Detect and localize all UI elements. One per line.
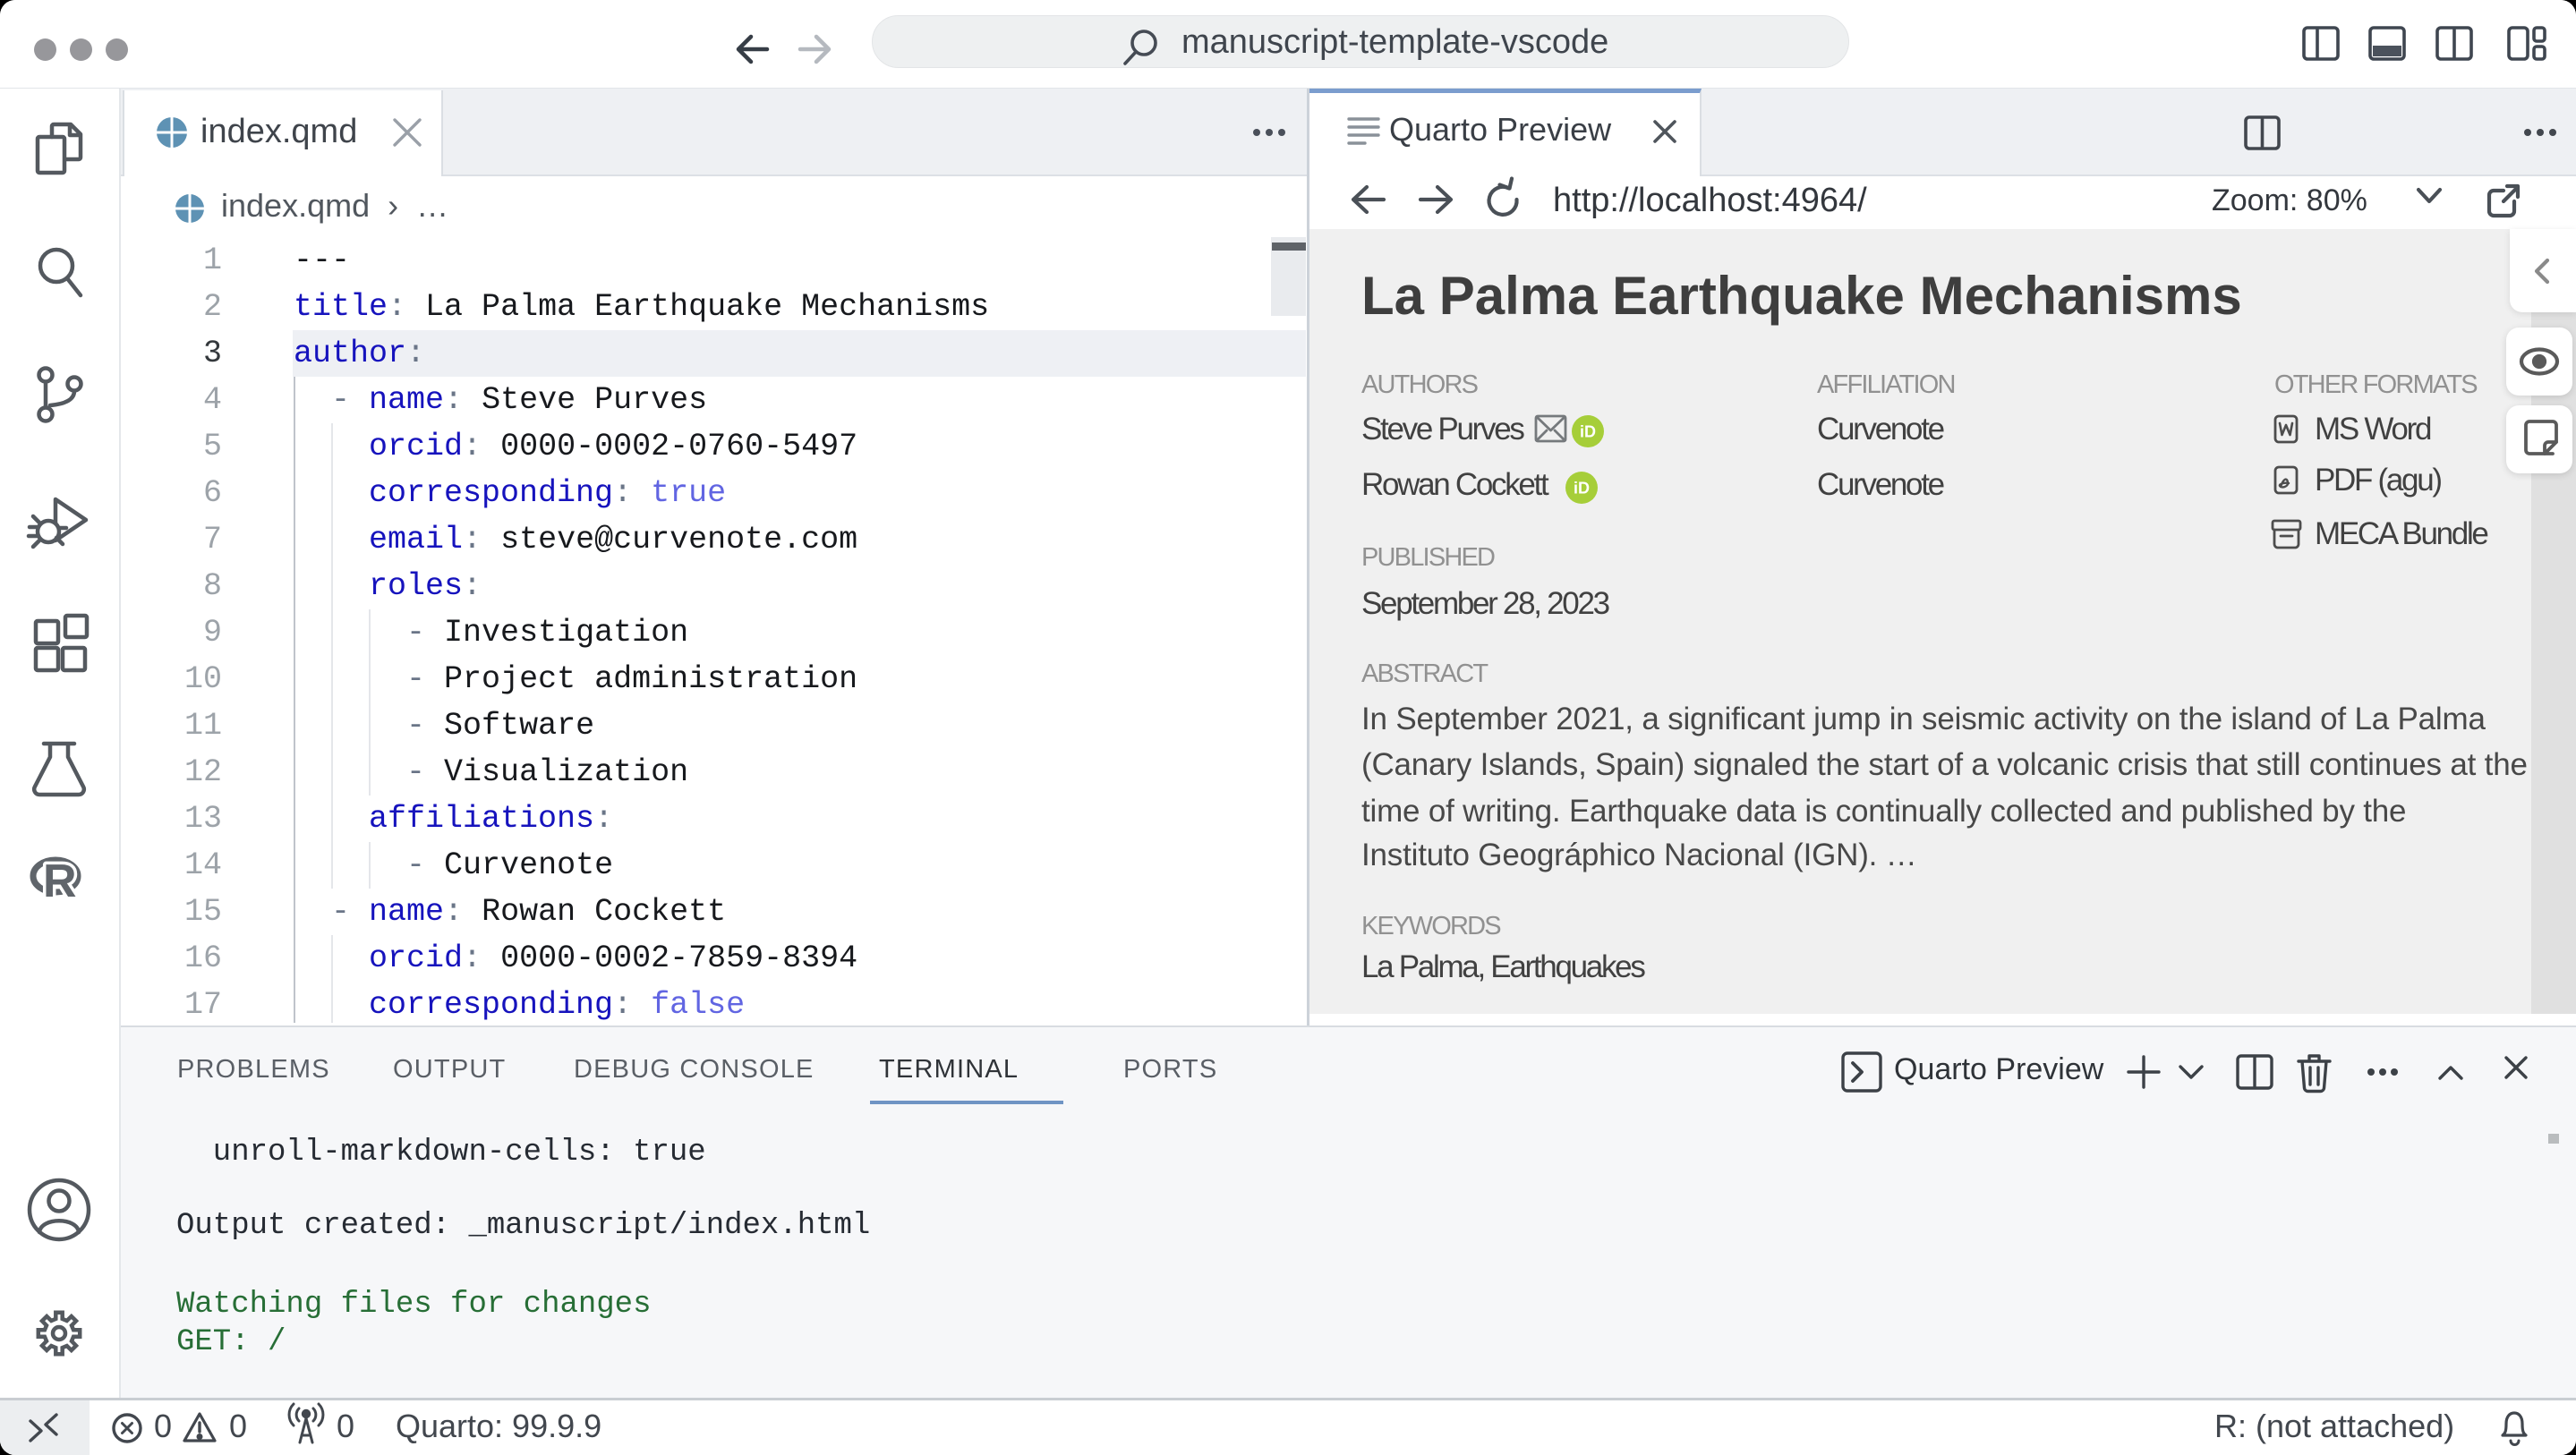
svg-text:iD: iD (1580, 423, 1596, 441)
svg-text:iD: iD (1574, 480, 1590, 498)
svg-text:R: R (43, 855, 77, 907)
